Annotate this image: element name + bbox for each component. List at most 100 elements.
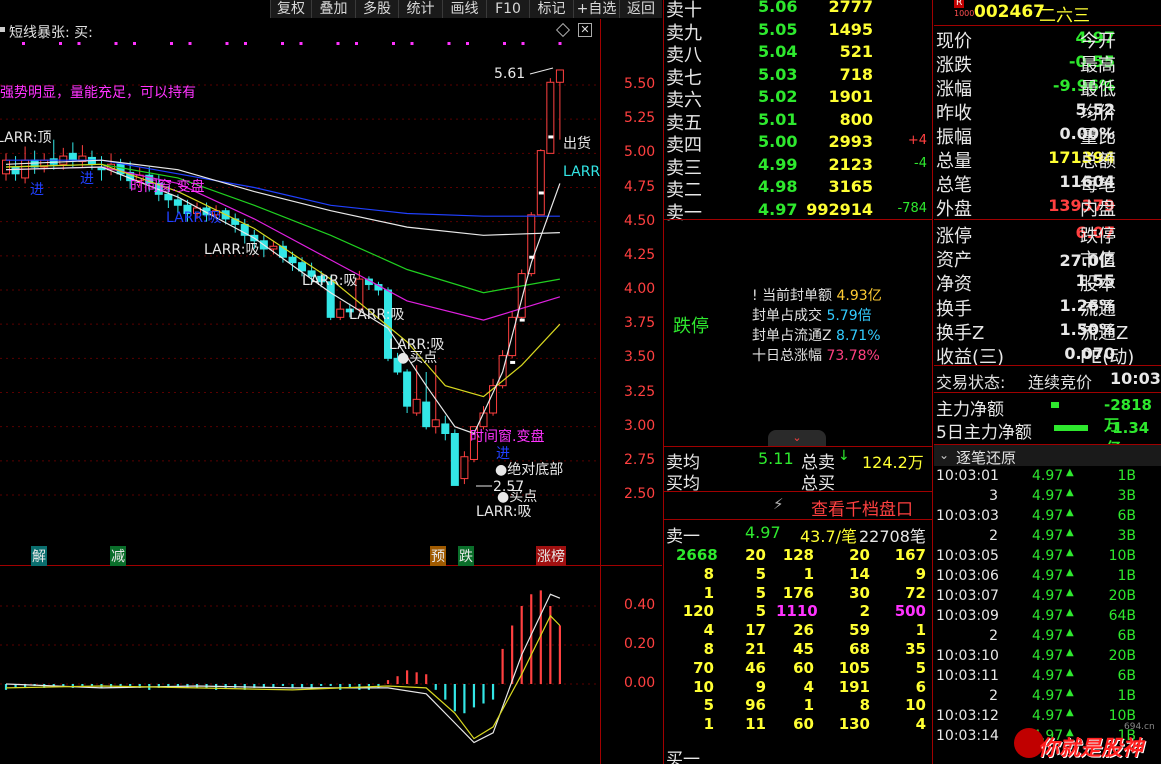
stock-name[interactable]: 二六三: [1039, 1, 1090, 26]
sell-level-row[interactable]: 卖二 4.98 3165: [663, 176, 933, 201]
tick-row: 10:03:03 4.97 ▲ 6B: [936, 507, 1161, 528]
osc-line-white: [5, 593, 561, 744]
r-flag: R: [954, 0, 965, 8]
queue-cell: 68: [849, 640, 870, 658]
tick-price: 4.97: [1032, 468, 1064, 484]
quote-key-2: 最低: [1080, 79, 1116, 100]
tick-down-icon: ▲: [1066, 527, 1074, 538]
flow-label: 5日主力净额: [936, 423, 1032, 443]
tick-time: 10:03:05: [936, 548, 999, 564]
sell-level-volume: 2123: [828, 154, 873, 174]
sell-level-volume: 2993: [828, 132, 873, 151]
tick-price: 4.97: [1032, 648, 1064, 664]
candle-body: [450, 433, 459, 486]
limit-label: 跌停: [673, 316, 709, 337]
tick-down-icon: ▲: [1066, 587, 1074, 598]
sell-level-row[interactable]: 卖八 5.04 521: [663, 41, 933, 66]
queue-cell: 500: [894, 602, 926, 621]
queue-cell: 5: [755, 583, 766, 602]
price-chart[interactable]: 5.612.57出货LARRLARR:顶进进 时间窗.变盘LARR:吸LARR:吸…: [0, 38, 600, 563]
queue-cell: 72: [905, 583, 926, 602]
top-marker-dot: [170, 42, 173, 45]
toolbar-button-5[interactable]: F10: [486, 0, 529, 18]
toolbar-button-6[interactable]: 标记: [529, 0, 573, 18]
sell-level-row[interactable]: 卖六 5.02 1901: [663, 86, 933, 111]
quote-divider: [934, 25, 1161, 26]
queue-cell: 4: [803, 677, 814, 696]
quote-key: 涨停: [936, 226, 972, 247]
quote-key: 总量: [936, 151, 972, 172]
quote-key-2: 流通Z: [1080, 322, 1129, 344]
toolbar-button-3[interactable]: 统计: [398, 0, 442, 18]
queue-cell: 4: [915, 715, 926, 734]
sell-level-row[interactable]: 卖七 5.03 718: [663, 64, 933, 89]
queue-cell: 9: [915, 564, 926, 583]
quote-key-2: 今开: [1080, 31, 1116, 52]
price-tick-label: 3.75: [624, 315, 656, 332]
candle-body: [460, 456, 469, 480]
sell-level-row[interactable]: 卖三 4.99 2123 -4: [663, 154, 933, 179]
quote-divider-4: [934, 392, 1161, 393]
tick-down-icon: ▲: [1066, 467, 1074, 478]
toolbar-button-7[interactable]: +自选: [573, 0, 619, 18]
quote-key: 总笔: [936, 175, 972, 196]
top-marker-dot: [188, 42, 192, 45]
chevron-down-icon: ⌄: [939, 448, 950, 462]
queue-cell: 1: [703, 583, 714, 602]
quote-key-2: 内盘: [1080, 199, 1116, 220]
candle-body: [422, 401, 431, 428]
quote-key: 现价: [936, 31, 972, 52]
queue-cell: 5: [703, 696, 714, 715]
tick-row: 10:03:05 4.97 ▲ 10B: [936, 547, 1161, 568]
tick-price: 4.97: [1032, 528, 1064, 544]
quote-key-2: 跌停: [1080, 226, 1116, 247]
sell-level-change: +4: [907, 133, 927, 148]
tick-time: 10:03:03: [936, 508, 999, 524]
quote-row: 振幅 0.00% 量比: [936, 123, 1161, 148]
sell-level-row[interactable]: 卖五 5.01 800: [663, 109, 933, 134]
tick-down-icon: ▲: [1066, 667, 1074, 678]
queue-cell: 30: [849, 583, 870, 602]
queue-cell: 1110: [776, 602, 818, 621]
toolbar-button-4[interactable]: 画线: [442, 0, 486, 18]
limit-info-key: 封单占成交: [752, 308, 827, 324]
candle-body: [431, 419, 440, 428]
queue-cell: 60: [793, 715, 814, 734]
quote-row: 涨跌 -0.55 最高: [936, 51, 1161, 76]
queue-cell: 5: [755, 602, 766, 621]
thousand-level-button[interactable]: ⚡ 查看千档盘口: [663, 494, 933, 520]
sell-level-row[interactable]: 卖十 5.06 2777: [663, 0, 933, 21]
quote-key-2: 最高: [1080, 55, 1116, 76]
queue-cell: 2: [859, 602, 870, 621]
osc-tick-label: 0.20: [624, 636, 656, 652]
price-tick-label: 5.25: [624, 110, 656, 127]
jin-label-3: 进: [496, 446, 510, 462]
collapse-tab[interactable]: ⌄: [768, 430, 826, 446]
sell-level-row[interactable]: 卖九 5.05 1495: [663, 19, 933, 44]
queue-cell: 130: [838, 715, 870, 734]
watermark: 你就是股神 694.cn: [1012, 722, 1161, 764]
stock-code[interactable]: 002467: [974, 2, 1045, 22]
oscillator-chart[interactable]: [0, 567, 600, 764]
tick-price: 4.97: [1032, 588, 1064, 604]
marker-die: 跌: [458, 546, 474, 566]
mid-divider-2: [663, 491, 933, 492]
toolbar-button-1[interactable]: 叠加: [311, 0, 355, 18]
sell-level-price: 5.05: [758, 19, 798, 39]
tick-time: 10:03:10: [936, 648, 999, 664]
sell-level-row[interactable]: 卖四 5.00 2993 +4: [663, 131, 933, 156]
osc-line-yellow: [5, 614, 561, 740]
quote-key-2: 股本: [1080, 274, 1116, 296]
queue-cell: 11: [745, 715, 766, 734]
candle-body: [546, 81, 555, 154]
toolbar-button-2[interactable]: 多股: [355, 0, 398, 18]
top-marker-dot: [521, 42, 525, 45]
quote-key-2: 均价: [1080, 103, 1116, 124]
toolbar-button-0[interactable]: 复权: [270, 0, 311, 18]
close-icon[interactable]: ✕: [578, 23, 592, 37]
sell-level-row[interactable]: 卖一 4.97 992914 -784: [663, 199, 933, 224]
top-marker-dot: [114, 42, 118, 45]
ticks-header[interactable]: ⌄ 逐笔还原: [934, 444, 1161, 467]
tick-volume: 10B: [1108, 548, 1136, 564]
toolbar-button-8[interactable]: 返回: [619, 0, 662, 18]
